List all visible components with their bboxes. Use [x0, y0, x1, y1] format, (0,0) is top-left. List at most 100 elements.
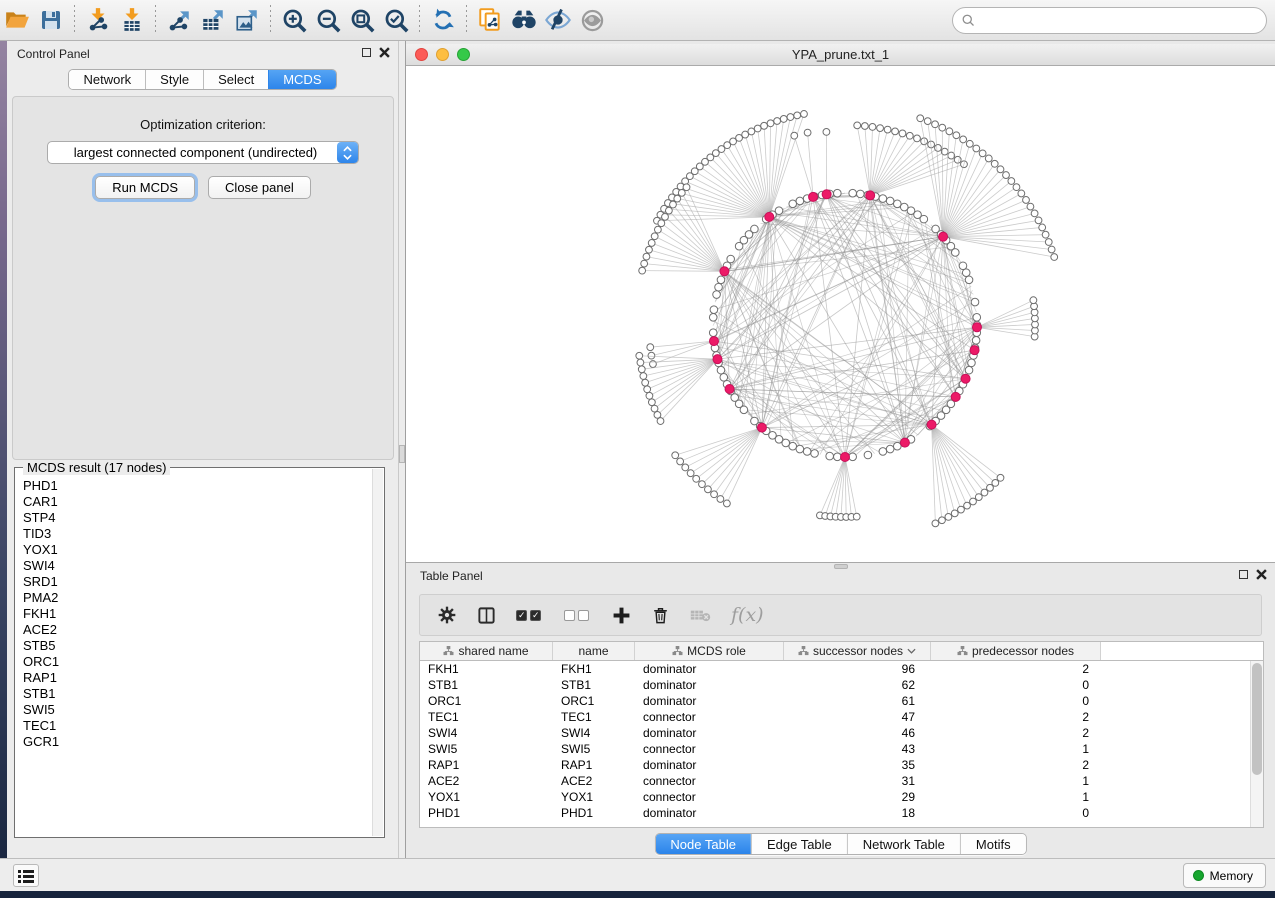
show-all-button[interactable]	[575, 3, 609, 37]
table-scrollbar[interactable]	[1250, 661, 1263, 827]
float-panel-icon[interactable]	[362, 48, 371, 57]
network-leaf-node[interactable]	[973, 145, 980, 152]
network-leaf-node[interactable]	[654, 226, 661, 233]
network-leaf-node[interactable]	[639, 267, 646, 274]
network-node[interactable]	[971, 298, 979, 306]
hide-selected-button[interactable]	[541, 3, 575, 37]
network-leaf-node[interactable]	[1051, 254, 1058, 261]
network-leaf-node[interactable]	[935, 145, 942, 152]
network-leaf-node[interactable]	[774, 118, 781, 125]
network-node[interactable]	[849, 189, 857, 197]
network-node[interactable]	[886, 445, 894, 453]
save-session-button[interactable]	[34, 3, 68, 37]
network-leaf-node[interactable]	[761, 122, 768, 129]
network-leaf-node[interactable]	[754, 125, 761, 132]
network-leaf-node[interactable]	[711, 491, 718, 498]
table-row[interactable]: YOX1YOX1connector291	[420, 789, 1250, 805]
network-leaf-node[interactable]	[953, 132, 960, 139]
zoom-in-button[interactable]	[277, 3, 311, 37]
network-leaf-node[interactable]	[678, 189, 685, 196]
network-canvas[interactable]	[406, 66, 1275, 562]
table-row[interactable]: RAP1RAP1dominator352	[420, 757, 1250, 773]
network-leaf-node[interactable]	[646, 392, 653, 399]
deselect-all-button[interactable]	[564, 610, 592, 621]
network-node[interactable]	[959, 262, 967, 270]
mcds-hub-node[interactable]	[713, 355, 722, 364]
network-node[interactable]	[962, 269, 970, 277]
network-leaf-node[interactable]	[932, 121, 939, 128]
tab-edge-table[interactable]: Edge Table	[751, 834, 847, 854]
network-leaf-node[interactable]	[651, 405, 658, 412]
network-leaf-node[interactable]	[672, 452, 679, 459]
network-leaf-node[interactable]	[985, 155, 992, 162]
network-leaf-node[interactable]	[854, 122, 861, 129]
close-table-panel-icon[interactable]	[1256, 569, 1267, 580]
network-leaf-node[interactable]	[991, 160, 998, 167]
tab-motifs[interactable]: Motifs	[960, 834, 1026, 854]
network-node[interactable]	[968, 359, 976, 367]
network-leaf-node[interactable]	[853, 513, 860, 520]
network-node[interactable]	[717, 366, 725, 374]
network-leaf-node[interactable]	[648, 399, 655, 406]
mcds-hub-node[interactable]	[961, 374, 970, 383]
network-leaf-node[interactable]	[641, 260, 648, 267]
network-leaf-node[interactable]	[869, 123, 876, 130]
mcds-result-item[interactable]: SRD1	[23, 574, 372, 590]
network-leaf-node[interactable]	[958, 506, 965, 513]
network-leaf-node[interactable]	[648, 240, 655, 247]
table-row[interactable]: ACE2ACE2connector311	[420, 773, 1250, 789]
network-leaf-node[interactable]	[648, 352, 655, 359]
network-leaf-node[interactable]	[899, 130, 906, 137]
column-header-predecessor-nodes[interactable]: predecessor nodes	[931, 642, 1101, 660]
network-node[interactable]	[965, 276, 973, 284]
network-leaf-node[interactable]	[1008, 178, 1015, 185]
table-row[interactable]: SWI4SWI4dominator462	[420, 725, 1250, 741]
network-node[interactable]	[965, 366, 973, 374]
network-node[interactable]	[789, 442, 797, 450]
network-leaf-node[interactable]	[674, 195, 681, 202]
network-node[interactable]	[886, 197, 894, 205]
network-leaf-node[interactable]	[975, 494, 982, 501]
vertical-splitter[interactable]	[399, 41, 406, 858]
mcds-hub-node[interactable]	[972, 323, 981, 332]
close-panel-icon[interactable]	[379, 47, 390, 58]
network-leaf-node[interactable]	[804, 129, 811, 136]
mcds-result-item[interactable]: YOX1	[23, 542, 372, 558]
export-network-button[interactable]	[162, 3, 196, 37]
network-node[interactable]	[857, 190, 865, 198]
table-row[interactable]: ORC1ORC1dominator610	[420, 693, 1250, 709]
network-leaf-node[interactable]	[801, 111, 808, 118]
mcds-hub-node[interactable]	[841, 453, 850, 462]
export-table-button[interactable]	[196, 3, 230, 37]
network-leaf-node[interactable]	[1030, 297, 1037, 304]
network-leaf-node[interactable]	[1018, 190, 1025, 197]
network-leaf-node[interactable]	[1027, 203, 1034, 210]
network-leaf-node[interactable]	[823, 128, 830, 135]
network-leaf-node[interactable]	[914, 135, 921, 142]
network-node[interactable]	[782, 439, 790, 447]
mcds-result-item[interactable]: RAP1	[23, 670, 372, 686]
network-node[interactable]	[826, 452, 834, 460]
add-row-button[interactable]	[612, 606, 631, 625]
mcds-result-item[interactable]: PHD1	[23, 478, 372, 494]
show-column-button[interactable]	[477, 606, 496, 625]
network-leaf-node[interactable]	[939, 517, 946, 524]
network-node[interactable]	[803, 448, 811, 456]
network-leaf-node[interactable]	[787, 114, 794, 121]
mcds-result-item[interactable]: SWI4	[23, 558, 372, 574]
network-leaf-node[interactable]	[780, 116, 787, 123]
mcds-result-item[interactable]: ORC1	[23, 654, 372, 670]
mcds-result-item[interactable]: SWI5	[23, 702, 372, 718]
network-leaf-node[interactable]	[924, 118, 931, 125]
network-leaf-node[interactable]	[1048, 246, 1055, 253]
network-leaf-node[interactable]	[642, 379, 649, 386]
network-node[interactable]	[893, 442, 901, 450]
network-leaf-node[interactable]	[646, 246, 653, 253]
network-node[interactable]	[811, 450, 819, 458]
network-node[interactable]	[796, 445, 804, 453]
column-header-MCDS-role[interactable]: MCDS role	[635, 642, 784, 660]
tab-node-table[interactable]: Node Table	[655, 834, 751, 854]
column-header-shared-name[interactable]: shared name	[420, 642, 553, 660]
network-node[interactable]	[834, 189, 842, 197]
network-leaf-node[interactable]	[687, 470, 694, 477]
